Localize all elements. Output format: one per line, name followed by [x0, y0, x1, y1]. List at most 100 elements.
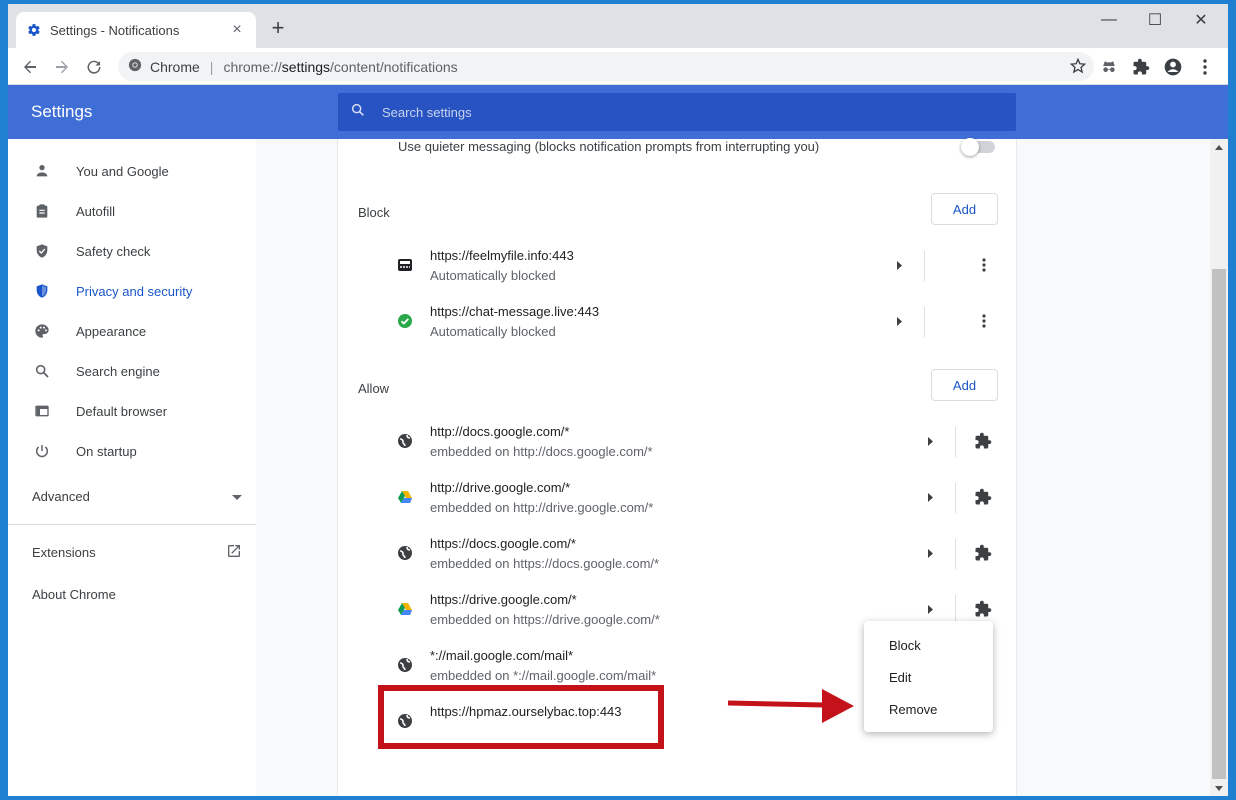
arrow-right-icon[interactable] — [924, 433, 936, 449]
quieter-messaging-label: Use quieter messaging (blocks notificati… — [398, 139, 820, 154]
menu-item-block[interactable]: Block — [889, 638, 921, 653]
site-status: Automatically blocked — [430, 268, 556, 283]
sidebar-item-privacy-and-security[interactable]: Privacy and security — [8, 271, 256, 311]
reload-button[interactable] — [81, 54, 107, 80]
browser-icon — [32, 401, 52, 421]
tab-settings[interactable]: Settings - Notifications × — [16, 12, 256, 48]
block-site-row[interactable]: https://chat-message.live:443 Automatica… — [388, 301, 1008, 357]
more-actions-icon[interactable] — [972, 309, 996, 333]
address-bar[interactable]: Chrome | chrome:// settings /content/not… — [118, 52, 1094, 81]
palette-icon — [32, 321, 52, 341]
row-divider — [924, 251, 925, 281]
sidebar-item-safety-check[interactable]: Safety check — [8, 231, 256, 271]
block-add-button[interactable]: Add — [931, 193, 998, 225]
puzzle-icon — [971, 485, 995, 509]
sidebar-advanced[interactable]: Advanced — [32, 489, 242, 504]
puzzle-icon — [1133, 58, 1150, 75]
chevron-down-icon — [232, 489, 242, 504]
arrow-right-icon[interactable] — [924, 489, 936, 505]
menu-item-edit[interactable]: Edit — [889, 670, 911, 685]
browser-window: Settings - Notifications × + — ☐ ✕ Chrom… — [8, 4, 1228, 796]
browser-toolbar: Chrome | chrome:// settings /content/not… — [8, 48, 1228, 85]
sidebar-item-on-startup[interactable]: On startup — [8, 431, 256, 471]
sidebar-extensions-link[interactable]: Extensions — [32, 543, 242, 562]
sidebar-item-label: On startup — [76, 443, 137, 459]
scrollbar-thumb[interactable] — [1212, 269, 1226, 779]
globe-icon — [396, 432, 414, 450]
site-favicon-icon — [396, 256, 414, 274]
bookmark-star-icon[interactable] — [1069, 57, 1087, 77]
toggle-knob — [961, 138, 979, 156]
search-icon — [32, 361, 52, 381]
sidebar-item-you-and-google[interactable]: You and Google — [8, 151, 256, 191]
profile-switch-button[interactable] — [1096, 54, 1122, 80]
new-tab-button[interactable]: + — [266, 16, 290, 40]
sidebar-item-default-browser[interactable]: Default browser — [8, 391, 256, 431]
sidebar-divider — [8, 524, 256, 525]
allow-site-row[interactable]: https://docs.google.com/* embedded on ht… — [388, 533, 1008, 589]
site-embedded: embedded on http://drive.google.com/* — [430, 500, 654, 515]
site-embedded: embedded on https://docs.google.com/* — [430, 556, 660, 571]
globe-icon — [396, 544, 414, 562]
tab-close-icon[interactable]: × — [228, 21, 246, 39]
allow-site-row[interactable]: http://drive.google.com/* embedded on ht… — [388, 477, 1008, 533]
arrow-right-icon[interactable] — [924, 601, 936, 617]
extensions-label: Extensions — [32, 545, 96, 560]
back-button[interactable] — [17, 54, 43, 80]
sidebar-item-appearance[interactable]: Appearance — [8, 311, 256, 351]
scroll-down-arrow-icon[interactable] — [1215, 786, 1223, 791]
address-chrome-label: Chrome — [150, 58, 200, 75]
arrow-right-icon[interactable] — [893, 313, 905, 329]
search-placeholder: Search settings — [382, 104, 472, 120]
search-settings-input[interactable]: Search settings — [338, 93, 1016, 131]
clipboard-icon — [32, 201, 52, 221]
sidebar-item-label: Default browser — [76, 403, 168, 419]
forward-arrow-icon — [56, 60, 68, 74]
more-actions-icon[interactable] — [972, 253, 996, 277]
allow-site-row[interactable]: http://docs.google.com/* embedded on htt… — [388, 421, 1008, 477]
reload-icon — [87, 60, 101, 74]
puzzle-icon — [971, 597, 995, 621]
close-window-button[interactable]: ✕ — [1178, 4, 1224, 36]
site-context-menu: Block Edit Remove — [864, 621, 993, 732]
allow-add-button[interactable]: Add — [931, 369, 998, 401]
site-embedded: embedded on *://mail.google.com/mail* — [430, 668, 657, 683]
sidebar-about-chrome[interactable]: About Chrome — [32, 587, 116, 602]
menu-item-remove[interactable]: Remove — [889, 702, 937, 717]
sidebar-item-label: Privacy and security — [76, 283, 193, 299]
block-section-title: Block — [358, 205, 390, 220]
scrollbar[interactable] — [1210, 139, 1228, 796]
site-url: https://docs.google.com/* — [430, 536, 576, 551]
drive-icon — [396, 600, 414, 618]
url-host: settings — [281, 58, 331, 75]
quieter-messaging-toggle[interactable] — [961, 138, 995, 156]
block-site-row[interactable]: https://feelmyfile.info:443 Automaticall… — [388, 245, 1008, 301]
settings-brand: Settings — [31, 102, 93, 121]
chrome-logo-icon — [128, 58, 142, 75]
sidebar-item-autofill[interactable]: Autofill — [8, 191, 256, 231]
maximize-button[interactable]: ☐ — [1132, 4, 1178, 36]
sidebar-item-label: Search engine — [76, 363, 160, 379]
site-embedded: embedded on http://docs.google.com/* — [430, 444, 653, 459]
shield-check-icon — [32, 241, 52, 261]
arrow-right-icon[interactable] — [893, 257, 905, 273]
sidebar-item-label: Appearance — [76, 323, 147, 339]
sidebar-item-label: You and Google — [76, 163, 169, 179]
site-status: Automatically blocked — [430, 324, 556, 339]
sidebar-item-search-engine[interactable]: Search engine — [8, 351, 256, 391]
address-separator: | — [209, 58, 214, 75]
allow-section-title: Allow — [358, 381, 390, 396]
extensions-button[interactable] — [1128, 54, 1154, 80]
search-icon — [350, 102, 366, 123]
arrow-right-icon[interactable] — [924, 545, 936, 561]
browser-menu-button[interactable] — [1192, 54, 1218, 80]
advanced-label: Advanced — [32, 489, 90, 504]
scroll-up-arrow-icon[interactable] — [1215, 145, 1223, 150]
row-divider — [955, 539, 956, 569]
row-divider — [955, 427, 956, 457]
puzzle-icon — [971, 429, 995, 453]
forward-button[interactable] — [49, 54, 75, 80]
incognito-icon — [1103, 61, 1115, 73]
minimize-button[interactable]: — — [1086, 4, 1132, 36]
account-button[interactable] — [1160, 54, 1186, 80]
